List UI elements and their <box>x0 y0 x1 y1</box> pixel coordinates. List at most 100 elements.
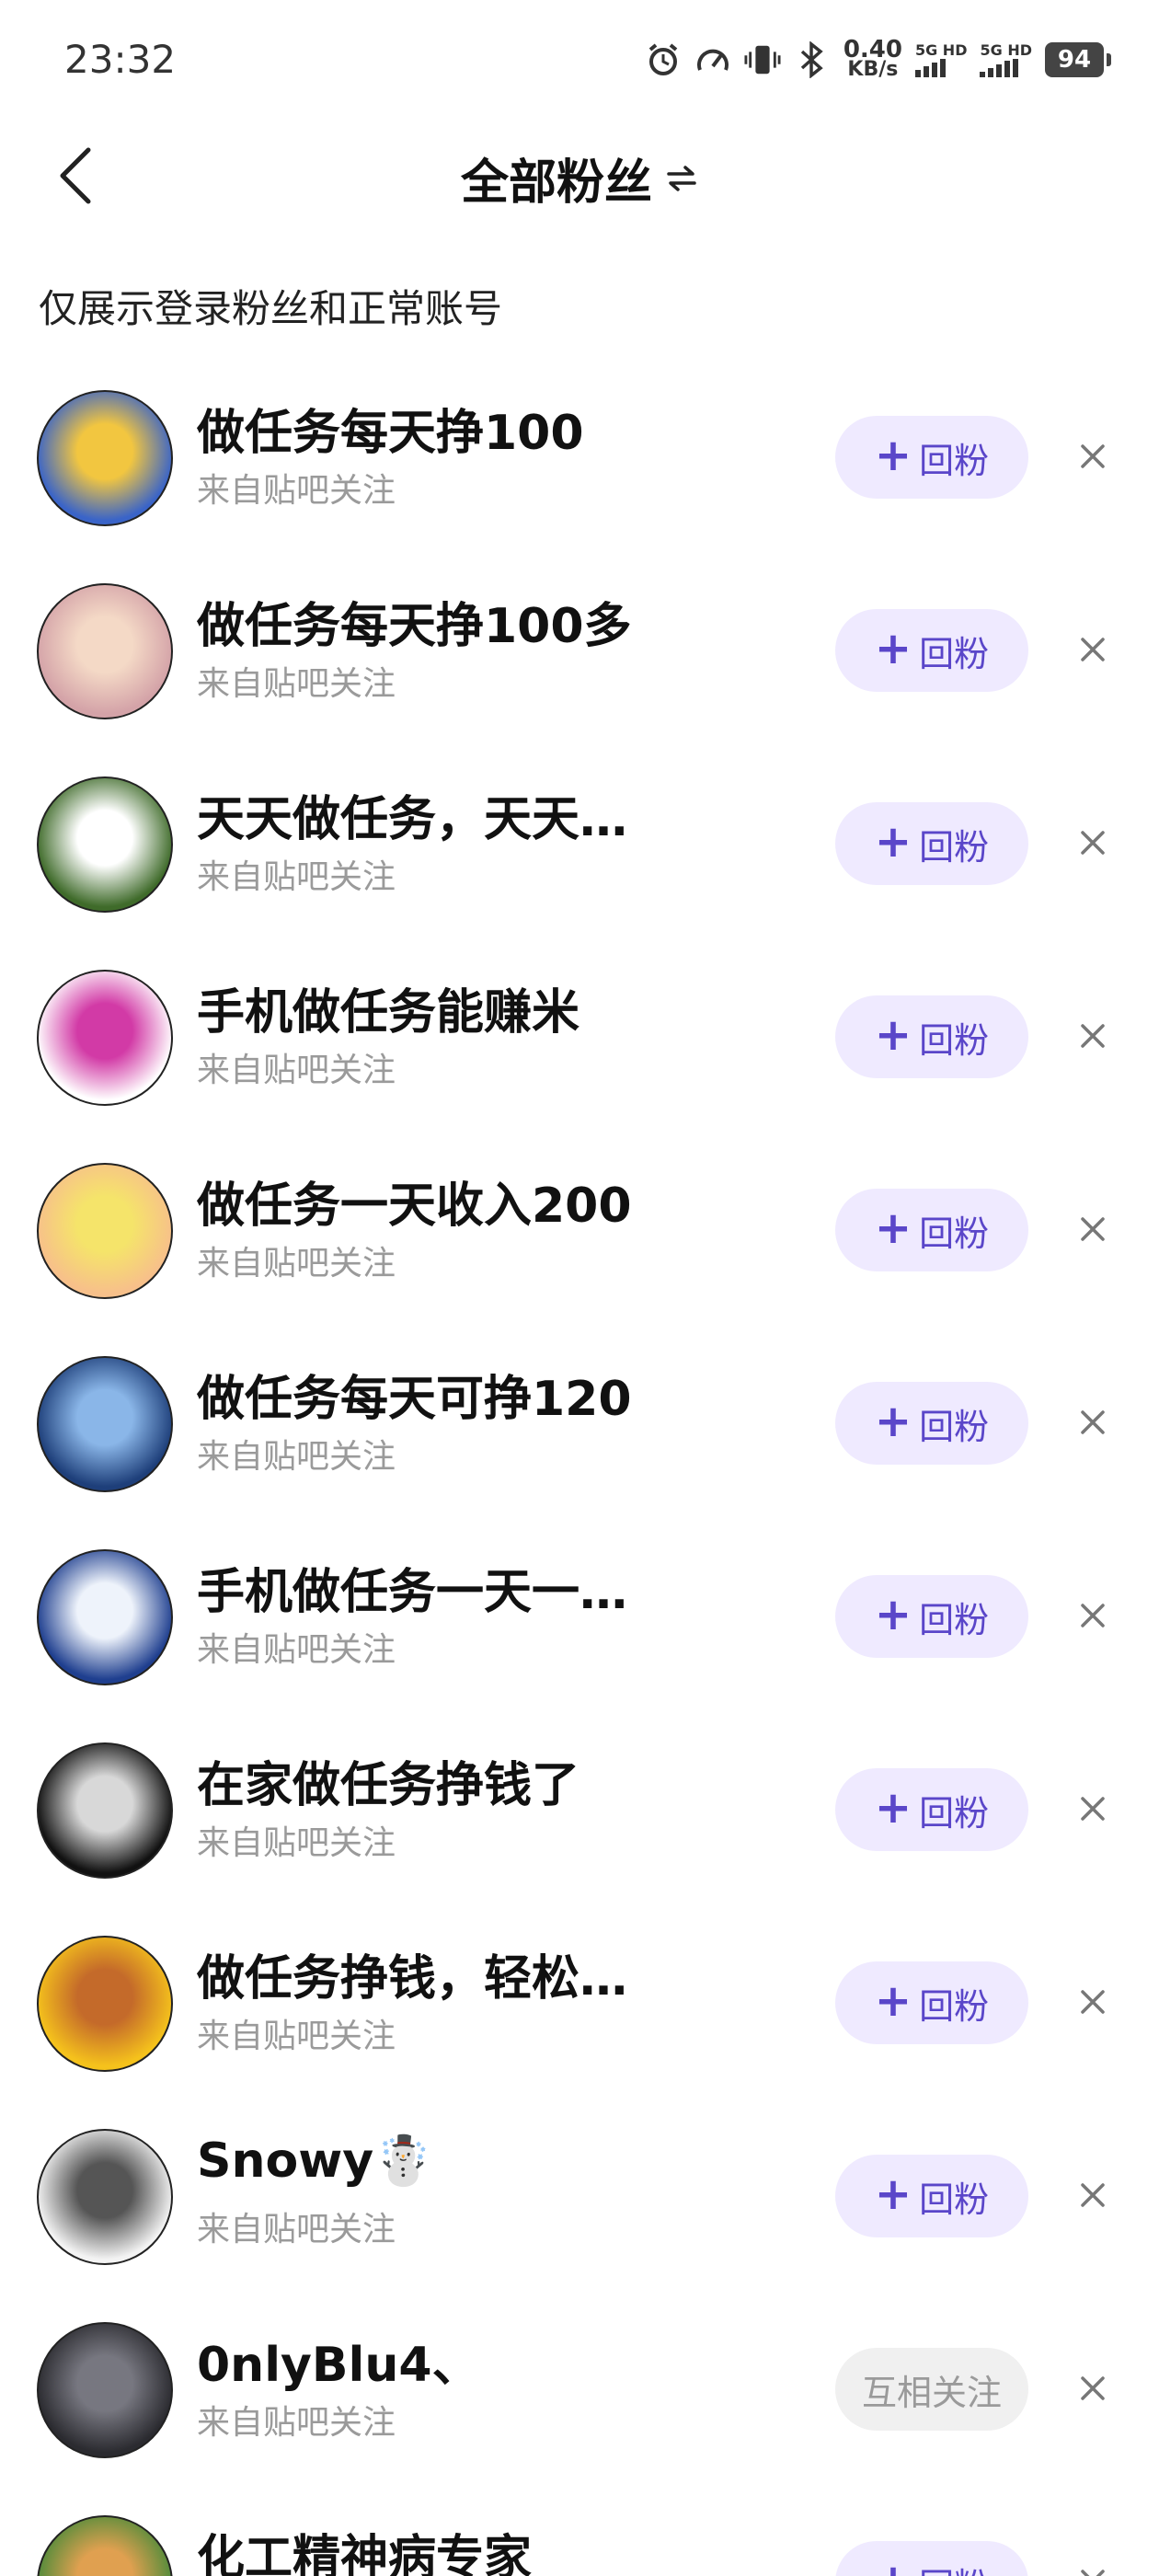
follower-name[interactable]: 天天做任务，天天… <box>197 780 627 849</box>
follower-name[interactable]: 做任务每天挣100多 <box>197 587 632 656</box>
follower-source: 来自贴吧关注 <box>197 1438 396 1476</box>
list-item[interactable]: 手机做任务能赚米来自贴吧关注 + 回粉 <box>0 940 1159 1133</box>
follower-source: 来自贴吧关注 <box>197 2018 396 2055</box>
mutual-follow-button[interactable]: 互相关注 <box>835 2348 1028 2431</box>
remove-follower-button[interactable] <box>1073 1402 1113 1443</box>
follower-name[interactable]: 0nlyBlu4、 <box>197 2326 480 2395</box>
plus-icon: + <box>874 430 912 481</box>
close-icon <box>1081 444 1105 468</box>
avatar[interactable] <box>37 1163 173 1299</box>
follower-source: 来自贴吧关注 <box>197 1245 396 1282</box>
page-title: 全部粉丝 <box>460 155 652 211</box>
follower-name[interactable]: 手机做任务能赚米 <box>197 973 580 1042</box>
remove-follower-button[interactable] <box>1073 1982 1113 2022</box>
remove-follower-button[interactable] <box>1073 1209 1113 1249</box>
follower-name[interactable]: Snowy☃️ <box>197 2133 433 2189</box>
avatar[interactable] <box>37 2129 173 2265</box>
plus-icon: + <box>874 1202 912 1254</box>
follow-back-button[interactable]: +回粉 <box>835 2155 1028 2237</box>
signal-bars-icon <box>914 59 946 77</box>
follow-button-label: 回粉 <box>919 826 990 868</box>
follower-name[interactable]: 手机做任务一天一… <box>197 1553 627 1622</box>
status-icons: 0.40 KB/s 5G HD 5G HD 94 <box>645 37 1111 83</box>
follower-source: 来自贴吧关注 <box>197 1052 396 1089</box>
avatar[interactable] <box>37 2322 173 2458</box>
remove-follower-button[interactable] <box>1073 436 1113 477</box>
follow-back-button[interactable]: +回粉 <box>835 1189 1028 1271</box>
follower-name[interactable]: 做任务每天可挣120 <box>197 1360 632 1429</box>
plus-icon: + <box>874 1009 912 1061</box>
vibrate-icon <box>744 41 781 78</box>
follower-source: 来自贴吧关注 <box>197 2211 396 2248</box>
follow-button-label: 回粉 <box>919 2179 990 2220</box>
plus-icon: + <box>874 1782 912 1834</box>
remove-follower-button[interactable] <box>1073 2368 1113 2409</box>
follower-source: 来自贴吧关注 <box>197 1631 396 1669</box>
follow-back-button[interactable]: + 回粉 <box>835 2541 1028 2576</box>
follow-back-button[interactable]: +回粉 <box>835 1961 1028 2044</box>
notice-text: 仅展示登录粉丝和正常账号 <box>39 286 503 331</box>
follow-back-button[interactable]: +回粉 <box>835 1768 1028 1851</box>
follower-name[interactable]: 在家做任务挣钱了 <box>197 1746 580 1815</box>
remove-follower-button[interactable] <box>1073 2561 1113 2576</box>
plus-icon: + <box>875 2559 912 2576</box>
avatar[interactable] <box>37 390 173 526</box>
follow-back-button[interactable]: +回粉 <box>835 995 1028 1078</box>
signal-5g-2: 5G HD <box>980 42 1032 77</box>
follow-button-label: 回粉 <box>919 1406 990 1447</box>
follower-name[interactable]: 做任务挣钱，轻松… <box>197 1939 627 2008</box>
remove-follower-button[interactable] <box>1073 822 1113 863</box>
follower-name[interactable]: 化工精神病专家 <box>197 2519 532 2576</box>
remove-follower-button[interactable] <box>1073 629 1113 670</box>
follow-back-button[interactable]: +回粉 <box>835 609 1028 692</box>
alarm-icon <box>645 41 682 78</box>
list-item[interactable]: 在家做任务挣钱了 来自贴吧关注 + 回粉 <box>0 1713 1159 1906</box>
plus-icon: + <box>874 1589 912 1640</box>
list-item[interactable]: 做任务每天挣100 来自贴吧关注 + 回粉 <box>0 361 1159 554</box>
avatar[interactable] <box>37 1356 173 1492</box>
speed-gauge-icon <box>694 41 731 78</box>
status-time: 23:32 <box>64 37 177 82</box>
avatar[interactable] <box>37 1936 173 2072</box>
list-item[interactable]: Snowy☃️ 来自贴吧关注 + 回粉 <box>0 2099 1159 2293</box>
follower-source: 来自贴吧关注 <box>197 858 396 896</box>
remove-follower-button[interactable] <box>1073 1788 1113 1829</box>
avatar[interactable] <box>37 970 173 1106</box>
avatar[interactable] <box>37 1742 173 1879</box>
avatar[interactable] <box>37 1549 173 1685</box>
switch-order-icon <box>665 162 698 195</box>
list-item[interactable]: 天天做任务，天天… 来自贴吧关注 + 回粉 <box>0 747 1159 940</box>
follow-back-button[interactable]: +回粉 <box>835 802 1028 885</box>
title-switcher[interactable]: 全部粉丝 <box>0 144 1159 213</box>
follow-button-label: 回粉 <box>919 1019 990 1061</box>
avatar[interactable] <box>37 583 173 719</box>
remove-follower-button[interactable] <box>1073 1016 1113 1056</box>
list-item[interactable]: 做任务每天挣100多 来自贴吧关注 + 回粉 <box>0 554 1159 747</box>
close-icon <box>1081 1024 1105 1048</box>
follow-back-button[interactable]: +回粉 <box>835 1575 1028 1658</box>
list-item[interactable]: 手机做任务一天一… 来自贴吧关注 + 回粉 <box>0 1520 1159 1713</box>
bluetooth-icon <box>794 41 831 78</box>
close-icon <box>1081 638 1105 661</box>
plus-icon: + <box>874 1975 912 2027</box>
follower-source: 来自贴吧关注 <box>197 472 396 510</box>
avatar[interactable] <box>37 776 173 913</box>
follow-button-label: 回粉 <box>919 2558 989 2576</box>
plus-icon: + <box>874 1396 912 1447</box>
remove-follower-button[interactable] <box>1073 1595 1113 1636</box>
follow-back-button[interactable]: +回粉 <box>835 1382 1028 1465</box>
avatar[interactable] <box>37 2515 173 2576</box>
list-item[interactable]: 做任务挣钱，轻松… 来自贴吧关注 + 回粉 <box>0 1906 1159 2099</box>
follow-button-label: 回粉 <box>919 1213 990 1254</box>
follower-name[interactable]: 做任务一天收入200 <box>197 1167 632 1236</box>
follower-name[interactable]: 做任务每天挣100 <box>197 394 584 463</box>
follow-back-button[interactable]: +回粉 <box>835 416 1028 499</box>
follow-button-label: 互相关注 <box>861 2372 1002 2413</box>
list-item[interactable]: 0nlyBlu4、 来自贴吧关注 互相关注 <box>0 2293 1159 2486</box>
remove-follower-button[interactable] <box>1073 2175 1113 2215</box>
list-item[interactable]: 做任务每天可挣120 来自贴吧关注 + 回粉 <box>0 1327 1159 1520</box>
list-item[interactable]: 做任务一天收入200 来自贴吧关注 + 回粉 <box>0 1133 1159 1327</box>
list-item[interactable]: 化工精神病专家 + 回粉 <box>0 2486 1159 2576</box>
battery-indicator: 94 <box>1045 42 1111 77</box>
close-icon <box>1081 2376 1105 2400</box>
